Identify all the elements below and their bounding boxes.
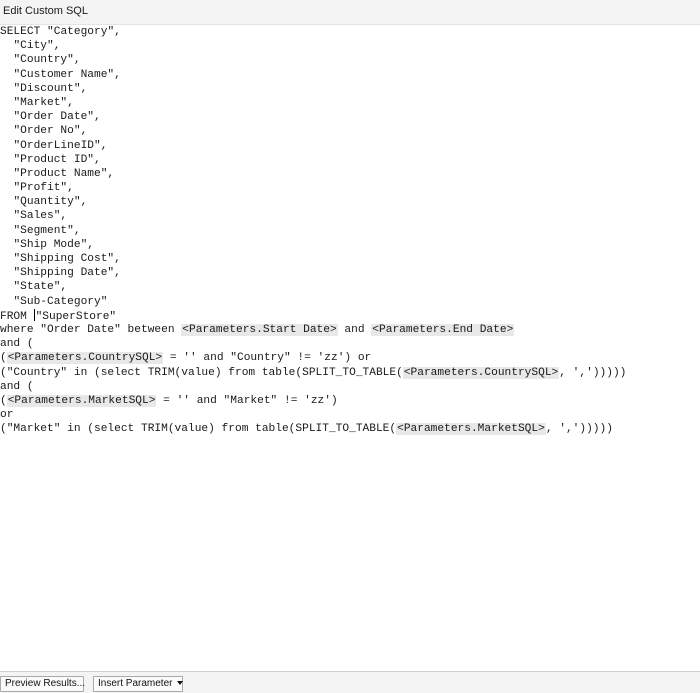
- code-line: FROM "SuperStore": [0, 308, 633, 323]
- column-name: "Profit",: [13, 182, 74, 195]
- code-line: "Shipping Cost",: [0, 252, 633, 266]
- preview-results-button[interactable]: Preview Results...: [0, 676, 85, 692]
- code-line: "Country",: [0, 53, 633, 67]
- code-line: "Sales",: [0, 209, 633, 223]
- code-line: (<Parameters.MarketSQL> = '' and "Market…: [0, 394, 633, 408]
- code-line: SELECT "Category",: [0, 25, 633, 39]
- code-line: ("Country" in (select TRIM(value) from t…: [0, 366, 633, 380]
- column-name: "Sales",: [13, 210, 68, 223]
- column-name: "OrderLineID",: [13, 139, 108, 152]
- code-line: "Discount",: [0, 82, 633, 96]
- code-line: "State",: [0, 280, 633, 294]
- code-line: "Customer Name",: [0, 68, 633, 82]
- title-bar: Edit Custom SQL: [0, 0, 700, 25]
- code-line: or: [0, 408, 633, 422]
- country-in-suffix-text: , ','))))): [559, 366, 634, 379]
- or-keyword: or: [0, 409, 14, 422]
- column-name: "Order Date",: [13, 111, 101, 124]
- column-name: "Country",: [13, 54, 81, 67]
- column-name: "Sub-Category": [13, 295, 108, 308]
- dropdown-arrow-icon: [177, 681, 184, 685]
- code-line: "Ship Mode",: [0, 238, 633, 252]
- code-line: ("Market" in (select TRIM(value) from ta…: [0, 422, 633, 436]
- column-name: "Shipping Date",: [13, 267, 121, 280]
- code-line: "Sub-Category": [0, 295, 633, 309]
- column-name: "Ship Mode",: [13, 238, 95, 251]
- sql-editor[interactable]: SELECT "Category", "City", "Country", "C…: [0, 25, 700, 671]
- column-name: "Customer Name",: [13, 68, 121, 81]
- where-clause-text: where "Order Date" between: [0, 323, 175, 336]
- code-line: "City",: [0, 39, 633, 53]
- market-in-suffix-text: , ','))))): [545, 423, 613, 436]
- country-in-text: ("Country" in (select TRIM(value) from t…: [0, 366, 403, 379]
- code-line: "Segment",: [0, 224, 633, 238]
- code-line: "OrderLineID",: [0, 139, 633, 153]
- select-keyword: SELECT: [0, 26, 41, 38]
- column-name: "Category",: [47, 26, 121, 38]
- from-keyword: FROM: [0, 310, 27, 323]
- code-line: "Product ID",: [0, 153, 633, 167]
- column-name: "City",: [13, 40, 61, 53]
- parameter-end-date[interactable]: <Parameters.End Date>: [371, 323, 515, 336]
- code-line: (<Parameters.CountrySQL> = '' and "Count…: [0, 351, 633, 365]
- parameter-market-sql[interactable]: <Parameters.MarketSQL>: [396, 423, 546, 436]
- text-cursor: [33, 308, 35, 321]
- from-table: "SuperStore": [35, 310, 117, 323]
- dialog-title: Edit Custom SQL: [3, 5, 88, 17]
- column-name: "Shipping Cost",: [13, 253, 121, 265]
- country-condition-text: = '' and "Country" != 'zz') or: [163, 352, 372, 365]
- paren-text: (: [0, 352, 7, 365]
- parameter-start-date[interactable]: <Parameters.Start Date>: [181, 323, 338, 336]
- code-line: "Order Date",: [0, 110, 633, 124]
- column-name: "Order No",: [13, 125, 88, 138]
- column-name: "Product ID",: [13, 153, 101, 166]
- code-line: "Order No",: [0, 124, 633, 138]
- market-in-text: ("Market" in (select TRIM(value) from ta…: [0, 423, 397, 436]
- insert-parameter-label: Insert Parameter: [98, 678, 173, 689]
- code-line: and (: [0, 337, 633, 351]
- and-open-text: and (: [0, 380, 34, 393]
- paren-text: (: [0, 394, 7, 407]
- and-open-text: and (: [0, 338, 34, 351]
- sql-code[interactable]: SELECT "Category", "City", "Country", "C…: [0, 25, 633, 436]
- edit-custom-sql-dialog: Edit Custom SQL SELECT "Category", "City…: [0, 0, 700, 693]
- and-keyword: and: [344, 323, 365, 336]
- column-name: "Quantity",: [13, 196, 88, 209]
- code-line: "Product Name",: [0, 167, 633, 181]
- column-name: "State",: [13, 281, 68, 294]
- column-list: "City", "Country", "Customer Name", "Dis…: [0, 39, 633, 309]
- dialog-footer: Preview Results... Insert Parameter: [0, 671, 700, 693]
- column-name: "Segment",: [13, 224, 81, 237]
- column-name: "Discount",: [13, 82, 88, 95]
- code-line: "Quantity",: [0, 195, 633, 209]
- insert-parameter-button[interactable]: Insert Parameter: [93, 676, 184, 692]
- code-line: "Shipping Date",: [0, 266, 633, 280]
- parameter-country-sql[interactable]: <Parameters.CountrySQL>: [402, 366, 560, 379]
- column-name: "Product Name",: [13, 167, 115, 180]
- parameter-market-sql[interactable]: <Parameters.MarketSQL>: [6, 394, 157, 407]
- market-condition-text: = '' and "Market" != 'zz'): [156, 394, 338, 407]
- parameter-country-sql[interactable]: <Parameters.CountrySQL>: [6, 352, 164, 365]
- code-line: and (: [0, 380, 633, 394]
- code-line: "Market",: [0, 96, 633, 110]
- code-line: "Profit",: [0, 181, 633, 195]
- column-name: "Market",: [13, 96, 74, 109]
- code-line: where "Order Date" between <Parameters.S…: [0, 323, 633, 337]
